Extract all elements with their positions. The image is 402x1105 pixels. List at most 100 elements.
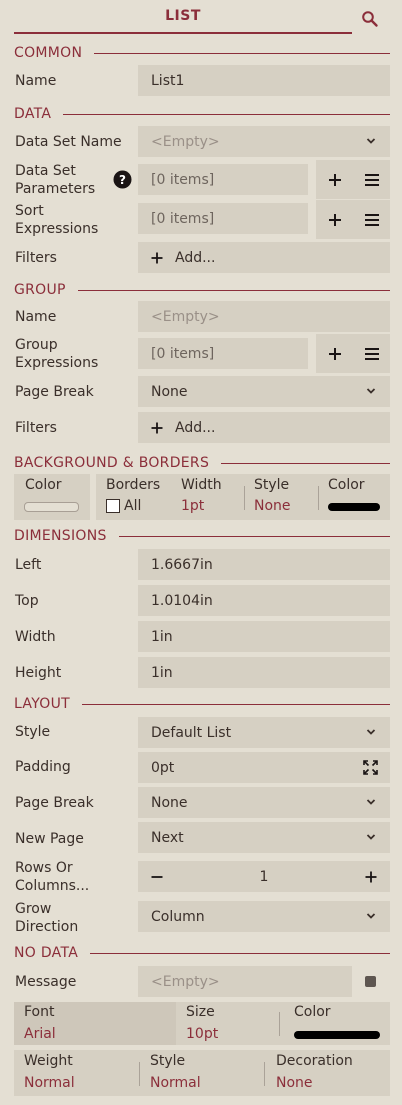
background-color-label: Color xyxy=(25,477,62,493)
filters-label: Filters xyxy=(15,250,57,266)
dataset-name-select[interactable]: <Empty> xyxy=(138,126,390,157)
svg-text:?: ? xyxy=(119,173,126,187)
font-row: Font Arial Size 10pt Color xyxy=(14,1002,390,1045)
section-data: DATA xyxy=(14,104,390,124)
font-style-label: Style xyxy=(150,1053,186,1069)
border-color-swatch[interactable] xyxy=(328,503,380,511)
style-select[interactable]: Default List xyxy=(138,717,390,748)
sort-expressions-field[interactable]: [0 items] xyxy=(138,203,308,234)
chevron-down-icon xyxy=(366,913,376,919)
border-color-label: Color xyxy=(328,477,365,493)
group-expr-label-line1: Group xyxy=(15,337,58,353)
rows-label-line1: Rows Or xyxy=(15,860,73,876)
height-value: 1in xyxy=(151,664,173,681)
group-filters-label: Filters xyxy=(15,420,57,436)
left-label: Left xyxy=(15,557,42,573)
divider xyxy=(279,1012,280,1036)
font-size-value[interactable]: 10pt xyxy=(186,1026,218,1042)
dataset-params-buttons xyxy=(316,160,390,199)
grow-label-line2: Direction xyxy=(15,919,79,935)
plus-icon xyxy=(151,422,163,433)
font-weight-label: Weight xyxy=(24,1053,73,1069)
add-icon[interactable] xyxy=(327,172,343,188)
decrement-icon[interactable] xyxy=(151,871,163,883)
font-style-row: Weight Normal Style Normal Decoration No… xyxy=(14,1050,390,1096)
sort-buttons xyxy=(316,200,390,239)
section-no-data: NO DATA xyxy=(14,943,390,963)
width-input[interactable]: 1in xyxy=(138,621,390,652)
font-cell[interactable]: Font Arial xyxy=(14,1002,176,1045)
font-size-label: Size xyxy=(186,1004,215,1020)
border-style-label: Style xyxy=(254,477,290,493)
search-icon[interactable] xyxy=(361,10,379,28)
divider xyxy=(244,486,245,510)
height-input[interactable]: 1in xyxy=(138,657,390,688)
grow-direction-value: Column xyxy=(151,908,205,925)
text-decoration-label: Decoration xyxy=(276,1053,353,1069)
menu-icon[interactable] xyxy=(364,212,380,228)
width-label: Width xyxy=(15,629,56,645)
section-rule xyxy=(82,703,390,705)
group-expressions-field[interactable]: [0 items] xyxy=(138,338,308,369)
chevron-down-icon xyxy=(366,388,376,394)
border-width-value[interactable]: 1pt xyxy=(181,498,204,514)
expand-icon[interactable] xyxy=(363,760,378,775)
group-name-input[interactable]: <Empty> xyxy=(138,301,390,332)
group-add-filter-label: Add... xyxy=(175,419,216,436)
section-rule xyxy=(77,289,390,291)
group-pagebreak-select[interactable]: None xyxy=(138,376,390,407)
group-expr-label-line2: Expressions xyxy=(15,355,99,371)
message-placeholder: <Empty> xyxy=(151,973,220,990)
padding-label: Padding xyxy=(15,759,71,775)
group-expr-value: [0 items] xyxy=(151,345,215,362)
font-style-value[interactable]: Normal xyxy=(150,1075,201,1091)
border-style-value[interactable]: None xyxy=(254,498,291,514)
newpage-label: New Page xyxy=(15,831,84,847)
dataset-params-field[interactable]: [0 items] xyxy=(138,164,308,195)
newpage-value: Next xyxy=(151,829,184,846)
menu-icon[interactable] xyxy=(364,172,380,188)
add-icon[interactable] xyxy=(327,212,343,228)
layout-pagebreak-select[interactable]: None xyxy=(138,787,390,818)
padding-input[interactable]: 0pt xyxy=(138,752,390,783)
add-filter-button[interactable]: Add... xyxy=(138,242,390,273)
newpage-select[interactable]: Next xyxy=(138,822,390,853)
group-name-label: Name xyxy=(15,309,57,325)
font-color-swatch[interactable] xyxy=(294,1031,380,1039)
grow-direction-select[interactable]: Column xyxy=(138,901,390,932)
font-value: Arial xyxy=(24,1026,56,1042)
help-icon[interactable]: ? xyxy=(113,170,132,189)
chevron-down-icon xyxy=(366,729,376,735)
message-input[interactable]: <Empty> xyxy=(138,966,352,997)
increment-icon[interactable] xyxy=(365,871,377,883)
section-background-borders: BACKGROUND & BORDERS xyxy=(14,453,390,473)
grow-label-line1: Grow xyxy=(15,901,52,917)
background-color-cell[interactable]: Color xyxy=(14,474,90,520)
section-title: BACKGROUND & BORDERS xyxy=(14,455,210,471)
borders-all-checkbox[interactable] xyxy=(106,499,120,513)
rows-columns-label: Rows Or Columns... xyxy=(15,859,89,895)
background-color-swatch[interactable] xyxy=(24,502,79,512)
add-icon[interactable] xyxy=(327,346,343,362)
name-label: Name xyxy=(15,73,57,89)
rows-columns-stepper[interactable]: 1 xyxy=(138,861,390,892)
padding-value: 0pt xyxy=(151,759,175,776)
sort-value: [0 items] xyxy=(151,210,215,227)
width-value: 1in xyxy=(151,628,173,645)
chevron-down-icon xyxy=(366,834,376,840)
height-label: Height xyxy=(15,665,62,681)
divider xyxy=(139,1062,140,1086)
text-decoration-value[interactable]: None xyxy=(276,1075,313,1091)
group-add-filter-button[interactable]: Add... xyxy=(138,412,390,443)
name-input[interactable]: List1 xyxy=(138,65,390,96)
sort-label-line2: Expressions xyxy=(15,221,99,237)
divider xyxy=(264,1062,265,1086)
top-value: 1.0104in xyxy=(151,592,213,609)
top-input[interactable]: 1.0104in xyxy=(138,585,390,616)
section-rule xyxy=(118,535,390,537)
expression-icon[interactable] xyxy=(365,976,376,987)
left-input[interactable]: 1.6667in xyxy=(138,549,390,580)
menu-icon[interactable] xyxy=(364,346,380,362)
font-weight-value[interactable]: Normal xyxy=(24,1075,75,1091)
section-title: COMMON xyxy=(14,45,83,61)
